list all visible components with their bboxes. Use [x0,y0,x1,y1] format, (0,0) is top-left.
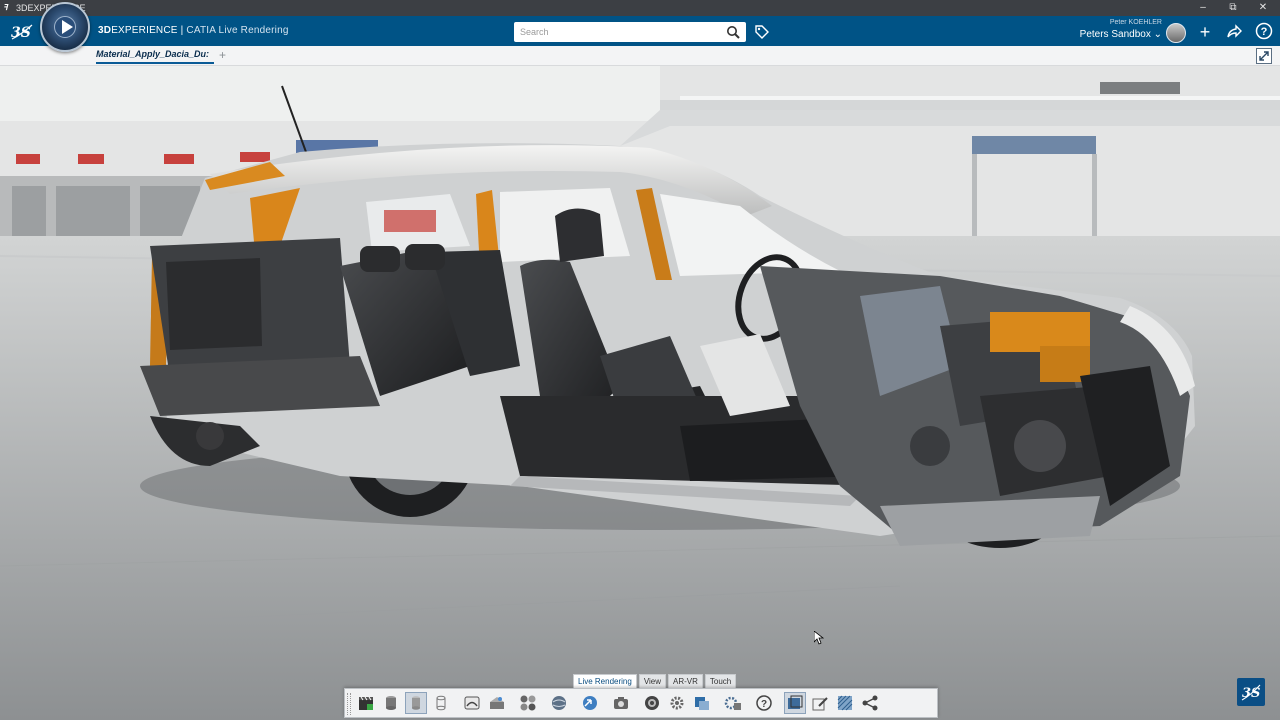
svg-text:?: ? [761,699,767,710]
help-icon[interactable]: ? [753,692,775,714]
tab-ar-vr[interactable]: AR-VR [668,674,703,688]
app-brand: 3DEXPERIENCE | CATIA Live Rendering [98,25,289,36]
search-icon[interactable] [726,25,742,39]
action-bar-grip[interactable] [347,693,351,715]
action-bar-tabs: Live Rendering View AR-VR Touch [573,674,737,688]
render-icon[interactable] [641,692,663,714]
add-tab-button[interactable]: + [219,48,226,62]
add-icon[interactable]: + [1195,22,1215,42]
tab-live-rendering[interactable]: Live Rendering [573,674,637,688]
environment-icon[interactable] [486,692,508,714]
avatar[interactable] [1166,23,1186,43]
cutaway-car-scene [0,66,1280,720]
3ds-logo-icon: 3S [1237,678,1265,706]
share-icon[interactable] [859,692,881,714]
restore-icon[interactable]: ⧉ [1218,0,1248,16]
minimize-icon[interactable]: – [1188,0,1218,16]
fullscreen-icon[interactable] [1256,48,1272,64]
cube-stack-icon[interactable] [691,692,713,714]
svg-text:?: ? [1261,26,1268,38]
clapper-board-icon[interactable] [355,692,377,714]
hatch-icon[interactable] [834,692,856,714]
tab-strip: Material_Apply_Dacia_Du: + [0,46,1280,66]
cylinder-selected-icon[interactable] [405,692,427,714]
ds-logo-icon: ꟻ [3,3,8,12]
camera-icon[interactable] [610,692,632,714]
user-info[interactable]: Peter KOEHLER Peters Sandbox ⌄ [1078,18,1162,42]
gear-stack-icon[interactable] [722,692,744,714]
user-name: Peter KOEHLER [1109,19,1162,26]
window-title-bar: ꟻ 3DEXPERIENCE – ⧉ ✕ [0,0,1280,16]
cylinder-outline-icon[interactable] [430,692,452,714]
spheres-icon[interactable] [517,692,539,714]
edit-icon[interactable] [809,692,831,714]
globe-arrow-icon[interactable] [579,692,601,714]
tab-material-apply[interactable]: Material_Apply_Dacia_Du: [96,49,214,64]
help-icon[interactable]: ? [1254,22,1274,42]
3d-viewport[interactable] [0,66,1280,720]
tab-view[interactable]: View [638,674,667,688]
app-header: 3S 3DEXPERIENCE | CATIA Live Rendering P… [0,16,1280,46]
settings-icon[interactable] [666,692,688,714]
material-icon[interactable] [461,692,483,714]
compass-play-icon[interactable] [40,2,90,52]
cylinder-icon[interactable] [380,692,402,714]
close-icon[interactable]: ✕ [1248,0,1278,16]
tag-icon[interactable] [754,24,770,40]
search-input[interactable] [514,22,746,42]
action-bar: ? [344,688,938,718]
scene-icon[interactable] [784,692,806,714]
tab-touch[interactable]: Touch [704,674,737,688]
share-icon[interactable] [1224,22,1244,42]
3ds-logo-icon[interactable]: 3S [10,22,34,42]
collab-space[interactable]: Peters Sandbox ⌄ [1078,28,1162,42]
mouse-cursor-icon [814,631,824,645]
globe-icon[interactable] [548,692,570,714]
